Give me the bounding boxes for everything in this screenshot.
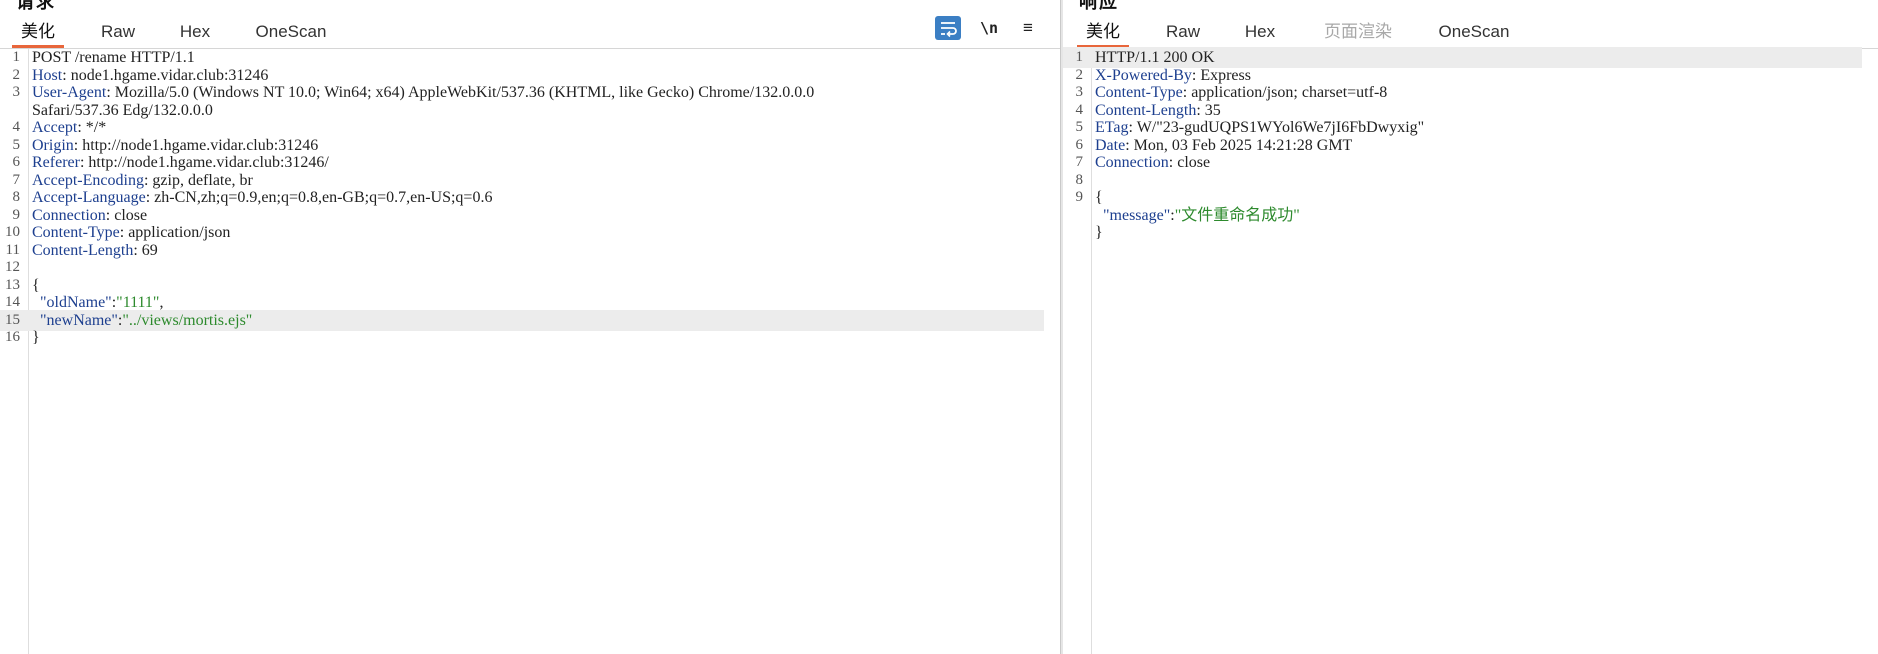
line-content: }	[1095, 222, 1862, 243]
response-tab-onescan[interactable]: OneScan	[1429, 18, 1519, 45]
header-name: Connection	[32, 206, 106, 224]
plain-text: }	[1095, 224, 1103, 241]
header-value: http://node1.hgame.vidar.club:31246/	[88, 154, 329, 171]
header-value: application/json; charset=utf-8	[1191, 84, 1388, 101]
json-key: "newName"	[40, 311, 118, 329]
line-content: }	[32, 327, 1044, 348]
response-tab-render[interactable]: 页面渲染	[1315, 18, 1401, 45]
header-separator: :	[62, 66, 71, 84]
header-name: ETag	[1095, 119, 1129, 136]
request-tab-pretty[interactable]: 美化	[12, 18, 64, 48]
wrap-lines-glyph	[941, 22, 957, 38]
header-separator: :	[77, 119, 86, 136]
header-name: Content-Type	[1095, 84, 1183, 101]
header-name: Connection	[1095, 154, 1169, 171]
line-number: 16	[5, 329, 20, 345]
json-string-value: "../views/mortis.ejs"	[122, 311, 253, 329]
header-separator: :	[1196, 101, 1205, 119]
header-value: http://node1.hgame.vidar.club:31246	[82, 136, 319, 154]
request-tab-hex[interactable]: Hex	[166, 18, 224, 45]
header-value: 69	[141, 241, 158, 259]
header-separator: :	[73, 136, 83, 154]
plain-text: Safari/537.36 Edg/132.0.0.0	[32, 101, 213, 119]
header-value: application/json	[128, 224, 231, 241]
header-separator: :	[1128, 119, 1137, 136]
header-name: X-Powered-By	[1095, 66, 1192, 84]
header-separator: :	[1125, 136, 1134, 154]
header-separator: :	[145, 189, 155, 206]
request-tab-bar: 美化 Raw Hex OneScan	[0, 16, 1060, 49]
header-value: close	[114, 206, 148, 224]
response-tab-raw[interactable]: Raw	[1153, 18, 1213, 45]
header-separator: :	[106, 84, 115, 101]
json-string-value: "1111"	[116, 294, 160, 311]
header-name: Content-Type	[32, 224, 120, 241]
header-value: Mozilla/5.0 (Windows NT 10.0; Win64; x64…	[114, 84, 815, 101]
request-line: 16}	[0, 327, 1044, 348]
response-line: }	[1063, 222, 1862, 243]
header-name: Referer	[32, 154, 80, 171]
request-editor[interactable]: 1 POST /rename HTTP/1.1 2 Host: node1.hgame…	[0, 49, 1060, 654]
show-newlines-button[interactable]: \n	[980, 16, 998, 40]
plain-text: POST /rename HTTP/1.1	[32, 49, 195, 66]
response-pane-title: 响应	[1079, 0, 1119, 12]
header-value: */*	[85, 119, 107, 136]
header-value: Mon, 03 Feb 2025 14:21:28 GMT	[1133, 136, 1353, 154]
header-separator: :	[1182, 84, 1192, 101]
header-name: Date	[1095, 136, 1126, 154]
header-separator: :	[133, 241, 142, 259]
header-separator: :	[1168, 154, 1178, 171]
header-value: zh-CN,zh;q=0.9,en;q=0.8,en-GB;q=0.7,en-U…	[154, 189, 493, 206]
wrap-lines-icon[interactable]	[935, 16, 961, 40]
plain-text: HTTP/1.1 200 OK	[1095, 49, 1215, 66]
header-name: User-Agent	[32, 84, 107, 101]
header-value: 35	[1204, 101, 1221, 119]
response-tab-hex[interactable]: Hex	[1231, 18, 1289, 45]
header-name: Host	[32, 66, 63, 84]
request-pane: 请求 美化 Raw Hex OneScan \n ≡ 1 POST /rename…	[0, 0, 1060, 654]
header-separator: :	[105, 206, 115, 224]
header-value: node1.hgame.vidar.club:31246	[70, 66, 269, 84]
header-separator: :	[119, 224, 129, 241]
plain-text: }	[32, 329, 40, 346]
header-value: close	[1177, 154, 1211, 171]
plain-text: {	[32, 276, 40, 294]
header-name: Accept-Encoding	[32, 171, 144, 189]
header-name: Origin	[32, 136, 74, 154]
json-key: "message"	[1103, 206, 1171, 224]
request-pane-title: 请求	[16, 0, 56, 12]
header-name: Accept-Language	[32, 189, 146, 206]
plain-text: {	[1095, 189, 1103, 206]
menu-icon[interactable]: ≡	[1018, 16, 1038, 40]
header-value: W/"23-gudUQPS1WYol6We7jI6FbDwyxig"	[1136, 119, 1425, 136]
request-tab-raw[interactable]: Raw	[88, 18, 148, 45]
response-tab-pretty[interactable]: 美化	[1077, 18, 1129, 48]
header-value: Express	[1200, 66, 1251, 84]
response-tab-bar: 美化 Raw Hex 页面渲染 OneScan	[1063, 16, 1878, 49]
header-name: Accept	[32, 119, 78, 136]
header-name: Content-Length	[1095, 101, 1197, 119]
json-key: "oldName"	[40, 294, 112, 311]
json-string-value: "文件重命名成功"	[1174, 206, 1300, 224]
json-trailing: ,	[159, 294, 164, 311]
response-editor[interactable]: 1 HTTP/1.1 200 OK 2 X-Powered-By: Express 3 C…	[1063, 47, 1878, 654]
header-value: gzip, deflate, br	[152, 171, 253, 189]
request-tab-onescan[interactable]: OneScan	[246, 18, 336, 45]
response-pane: 响应 美化 Raw Hex 页面渲染 OneScan 1 HTTP/1.1 200…	[1063, 0, 1878, 654]
header-name: Content-Length	[32, 241, 134, 259]
